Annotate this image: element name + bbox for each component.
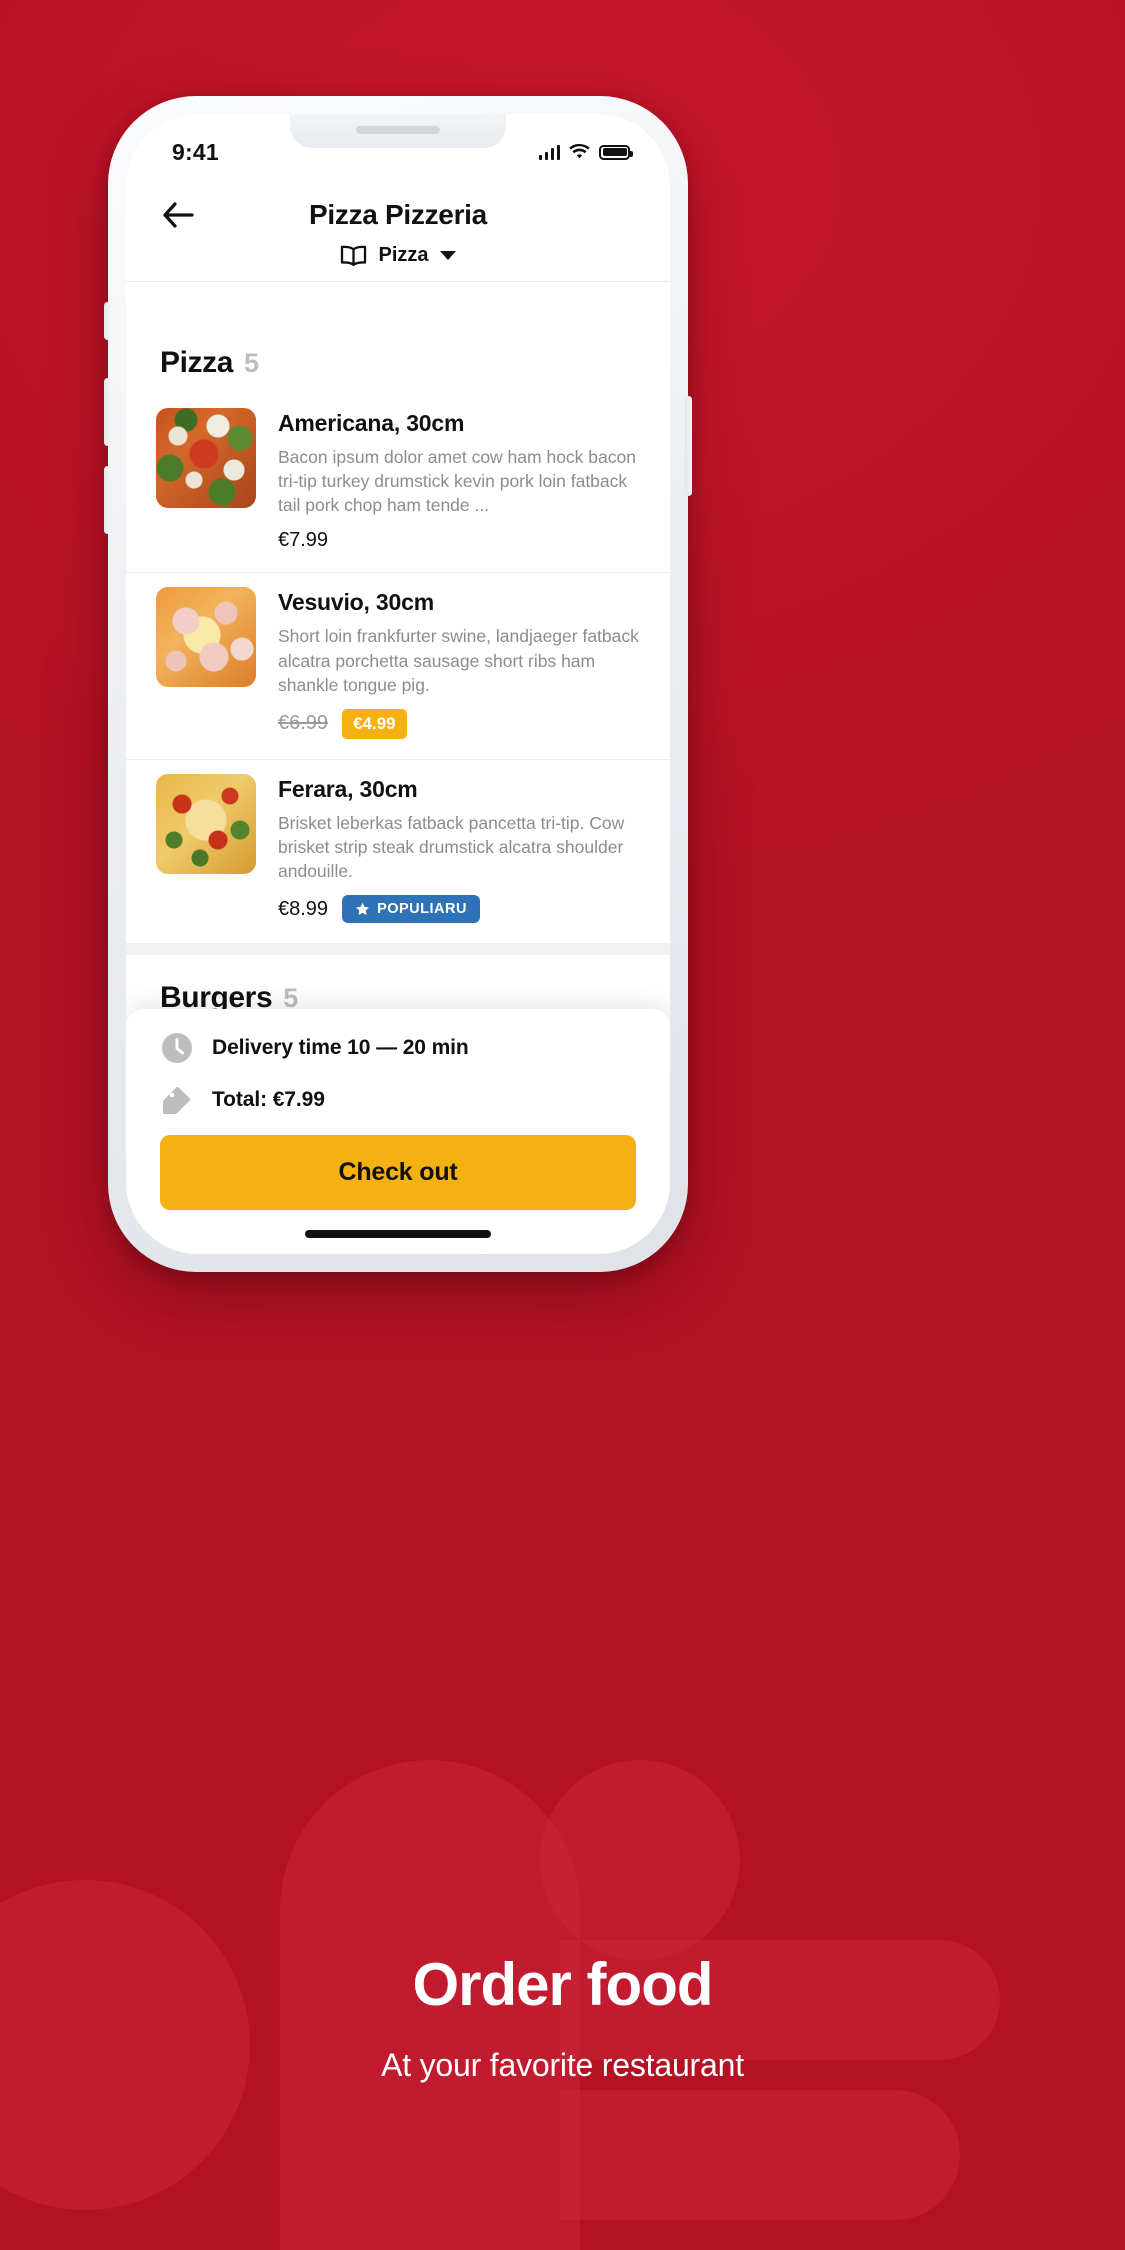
menu-selector-label: Pizza (378, 244, 429, 266)
promo-subline: At your favorite restaurant (381, 2047, 744, 2083)
decorative-shape (560, 2090, 960, 2220)
menu-item-name: Americana, 30cm (278, 410, 465, 436)
popular-badge-label: POPULIARU (377, 901, 467, 918)
app-header: Pizza Pizzeria Pizza (126, 176, 670, 282)
menu-item-description: Bacon ipsum dolor amet cow ham hock baco… (278, 447, 636, 516)
menu-item-body: Ferara, 30cm Brisket leberkas fatback pa… (278, 774, 640, 924)
volume-down-button[interactable] (104, 466, 111, 534)
menu-item-name: Vesuvio, 30cm (278, 589, 434, 616)
clock-icon (160, 1031, 194, 1065)
open-book-icon (341, 245, 367, 266)
total-text: Total: €7.99 (212, 1088, 325, 1111)
check-out-button[interactable]: Check out (160, 1135, 636, 1210)
chevron-down-icon (439, 251, 456, 260)
volume-up-button[interactable] (104, 378, 111, 446)
power-button[interactable] (685, 396, 692, 496)
section-count: 5 (244, 348, 260, 378)
cellular-signal-icon (538, 144, 560, 160)
decorative-shape (540, 1760, 740, 1960)
earpiece-speaker (356, 126, 440, 134)
promo-block: Order food At your favorite restaurant (0, 1950, 1125, 2084)
menu-item-price: €7.99 (278, 529, 329, 552)
menu-item-body: Vesuvio, 30cm Short loin frankfurter swi… (278, 587, 640, 739)
menu-item-body: Americana, 30cm Bacon ipsum dolor amet c… (278, 408, 640, 552)
section-header: Pizza 5 (126, 320, 670, 394)
wifi-icon (569, 144, 590, 159)
header-top-row: Pizza Pizzeria (126, 188, 670, 242)
menu-item-americana[interactable]: Americana, 30cm Bacon ipsum dolor amet c… (126, 394, 670, 574)
popular-badge: POPULIARU (342, 895, 480, 924)
delivery-time-text: Delivery time 10 — 20 min (212, 1036, 469, 1059)
battery-full-icon (599, 144, 633, 160)
page-title: Pizza Pizzeria (309, 199, 487, 230)
phone-mockup: 9:41 Pizza Pizzeria Pizza Pizza 5 Americ… (104, 96, 692, 1272)
mute-switch[interactable] (104, 302, 111, 340)
menu-item-description: Short loin frankfurter swine, landjaeger… (278, 626, 639, 695)
total-row: Total: €7.99 (160, 1083, 636, 1117)
menu-item-name: Ferara, 30cm (278, 775, 418, 802)
menu-item-original-price: €6.99 (278, 712, 329, 735)
phone-screen: 9:41 Pizza Pizzeria Pizza Pizza 5 Americ… (126, 114, 670, 1254)
checkout-panel: Delivery time 10 — 20 min Total: €7.99 C… (126, 1009, 670, 1254)
home-indicator[interactable] (305, 1230, 491, 1238)
menu-item-vesuvio[interactable]: Vesuvio, 30cm Short loin frankfurter swi… (126, 573, 670, 760)
menu-item-price-row: €7.99 (278, 529, 640, 552)
menu-item-price-row: €8.99 POPULIARU (278, 895, 640, 924)
status-time: 9:41 (172, 138, 219, 165)
americana-pizza-image (156, 408, 256, 508)
delivery-time-row: Delivery time 10 — 20 min (160, 1031, 636, 1065)
status-icons (538, 144, 633, 160)
menu-item-price-row: €6.99 €4.99 (278, 708, 640, 739)
menu-item-ferara[interactable]: Ferara, 30cm Brisket leberkas fatback pa… (126, 760, 670, 943)
vesuvio-pizza-image (156, 587, 256, 688)
menu-item-discount-price: €4.99 (342, 708, 407, 739)
promo-headline: Order food (412, 1951, 714, 2018)
price-tag-icon (160, 1083, 194, 1117)
notch (290, 114, 506, 148)
menu-section-pizza: Pizza 5 Americana, 30cm Bacon ipsum dolo… (126, 320, 670, 944)
ferara-pizza-image (156, 773, 256, 874)
menu-item-price: €8.99 (278, 897, 329, 920)
menu-selector[interactable]: Pizza (126, 244, 670, 267)
star-icon (356, 902, 370, 915)
section-title: Pizza (160, 346, 234, 379)
menu-item-description: Brisket leberkas fatback pancetta tri-ti… (278, 812, 625, 882)
